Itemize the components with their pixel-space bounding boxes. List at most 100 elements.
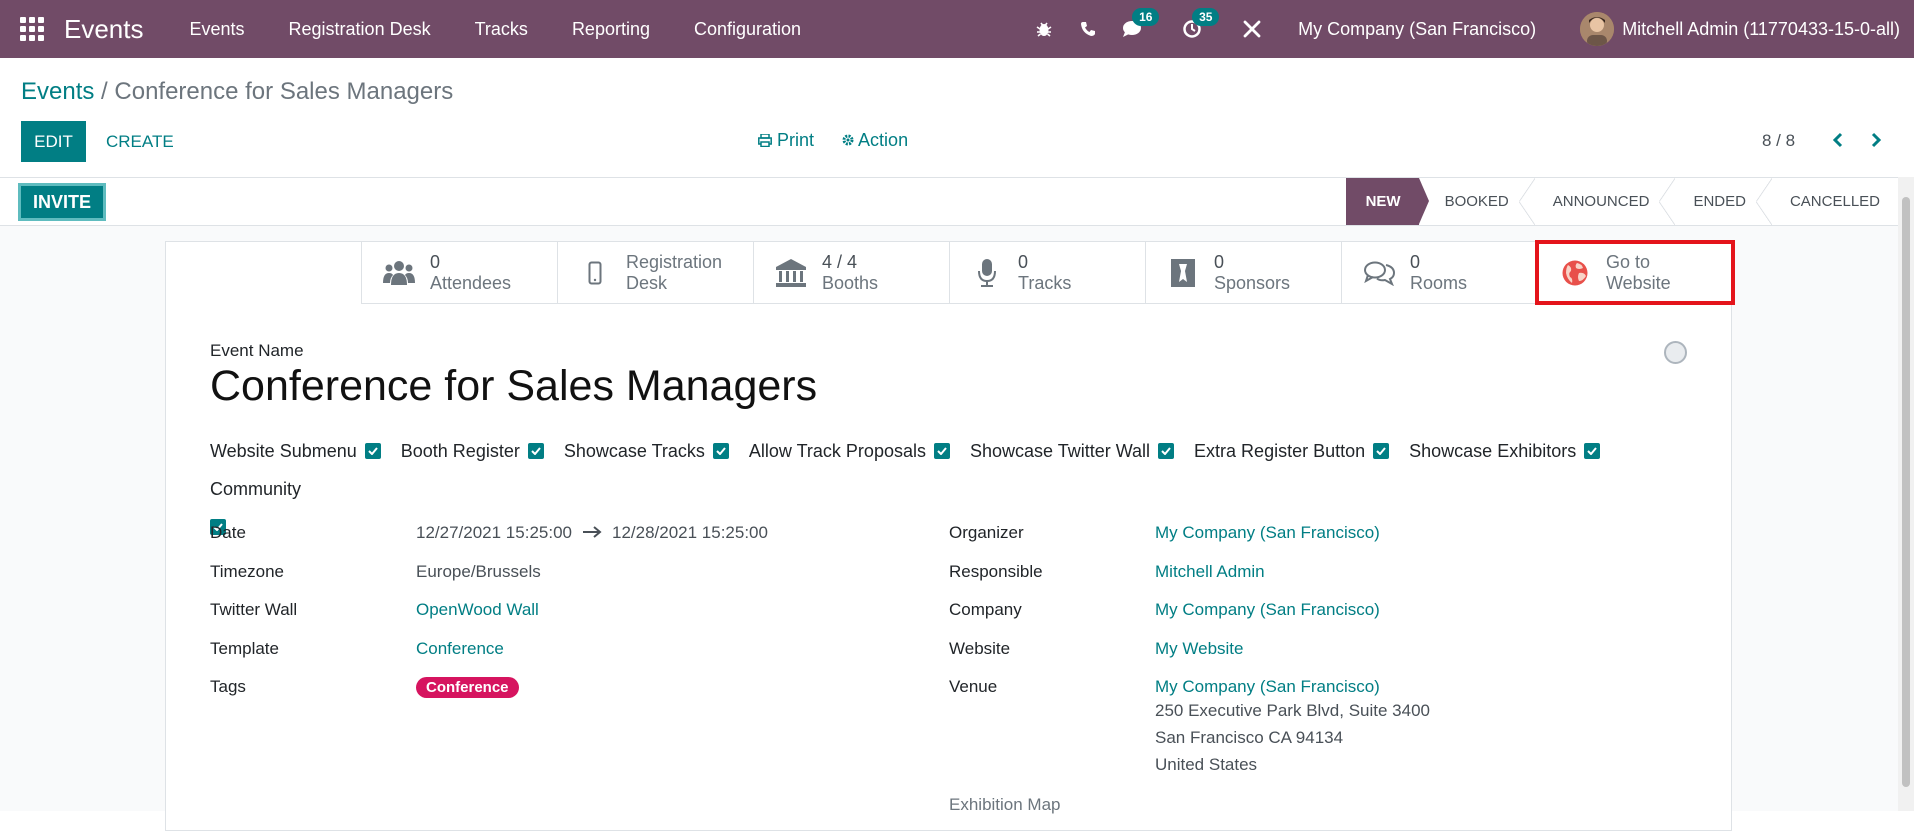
right-field-group: Organizer My Company (San Francisco) Res…: [949, 523, 1430, 778]
app-brand[interactable]: Events: [64, 14, 144, 45]
venue-label: Venue: [949, 677, 998, 696]
company-row: Company My Company (San Francisco): [949, 600, 1430, 639]
registration-desk-button[interactable]: Registration Desk: [557, 242, 753, 303]
checkbox-booth-register[interactable]: [527, 443, 544, 459]
responsible-label: Responsible: [949, 561, 1043, 581]
organizer-label: Organizer: [949, 523, 1024, 542]
tag-badge[interactable]: Conference: [416, 677, 519, 698]
action-dropdown[interactable]: Action: [842, 130, 908, 151]
option-allow-track-proposals: Allow Track Proposals: [749, 440, 950, 462]
twitter-wall-link[interactable]: OpenWood Wall: [416, 600, 539, 639]
option-label: Community: [210, 478, 302, 499]
template-link[interactable]: Conference: [416, 639, 504, 678]
smart-button-box: 0 Attendees Registration Desk 4 / 4 Booths …: [361, 240, 1735, 305]
breadcrumb-events-link[interactable]: Events: [21, 78, 94, 105]
pager-value[interactable]: 8 / 8: [1762, 131, 1795, 151]
attendees-count: 0: [430, 251, 441, 272]
tags-row: Tags Conference: [210, 677, 768, 716]
globe-icon: [1562, 260, 1588, 285]
form-sheet: 0 Attendees Registration Desk 4 / 4 Booths …: [165, 240, 1735, 831]
rooms-label: Rooms: [1410, 272, 1468, 293]
stage-pipeline: NEW BOOKED ANNOUNCED ENDED CANCELLED: [1345, 178, 1898, 225]
stage-announced[interactable]: ANNOUNCED: [1527, 178, 1676, 225]
date-row: Date 12/27/2021 15:25:00 12/28/2021 15:2…: [210, 523, 768, 562]
chevron-right-icon: [1871, 132, 1882, 148]
date-end-field[interactable]: 12/28/2021 15:25:00: [612, 523, 768, 562]
chat-icon[interactable]: 16: [1120, 8, 1160, 41]
company-switcher[interactable]: My Company (San Francisco): [1298, 19, 1536, 40]
invite-button[interactable]: INVITE: [18, 183, 106, 221]
checkbox-allow-track-proposals[interactable]: [933, 443, 950, 459]
venue-link[interactable]: My Company (San Francisco): [1155, 677, 1430, 697]
bug-icon[interactable]: [1032, 17, 1056, 41]
menu-configuration[interactable]: Configuration: [672, 19, 823, 40]
company-label: Company: [949, 600, 1022, 619]
gear-icon: [842, 134, 854, 146]
organizer-link[interactable]: My Company (San Francisco): [1155, 523, 1380, 562]
bank-icon: [776, 258, 806, 287]
tools-icon[interactable]: [1240, 17, 1264, 41]
stage-booked[interactable]: BOOKED: [1419, 178, 1535, 225]
venue-address-line3: United States: [1155, 755, 1258, 774]
create-button[interactable]: CREATE: [96, 121, 184, 162]
event-name-label: Event Name: [210, 341, 304, 360]
stage-ended[interactable]: ENDED: [1667, 178, 1772, 225]
website-row: Website My Website: [949, 639, 1430, 678]
timezone-field[interactable]: Europe/Brussels: [416, 562, 541, 601]
form-statusbar: INVITE NEW BOOKED ANNOUNCED ENDED CANCEL…: [0, 177, 1898, 226]
action-label: Action: [858, 130, 909, 150]
responsible-link[interactable]: Mitchell Admin: [1155, 562, 1265, 601]
kanban-state-toggle[interactable]: [1664, 341, 1687, 364]
tracks-button[interactable]: 0 Tracks: [949, 242, 1145, 303]
option-label: Showcase Exhibitors: [1409, 440, 1577, 461]
option-showcase-tracks: Showcase Tracks: [564, 440, 729, 462]
phone-icon[interactable]: [1076, 17, 1100, 41]
checkbox-showcase-tracks[interactable]: [712, 443, 729, 459]
menu-registration-desk[interactable]: Registration Desk: [267, 19, 453, 40]
rooms-button[interactable]: 0 Rooms: [1341, 242, 1537, 303]
option-label: Allow Track Proposals: [748, 440, 926, 461]
booths-button[interactable]: 4 / 4 Booths: [753, 242, 949, 303]
edit-button[interactable]: EDIT: [21, 121, 86, 162]
microphone-icon: [978, 258, 996, 287]
website-link[interactable]: My Website: [1155, 639, 1244, 678]
stage-new[interactable]: NEW: [1345, 178, 1429, 225]
menu-events[interactable]: Events: [168, 19, 267, 40]
menu-reporting[interactable]: Reporting: [550, 19, 672, 40]
company-link[interactable]: My Company (San Francisco): [1155, 600, 1380, 639]
print-dropdown[interactable]: Print: [758, 130, 814, 151]
pager-next-button[interactable]: [1864, 128, 1888, 152]
checkbox-showcase-twitter-wall[interactable]: [1158, 443, 1175, 459]
template-row: Template Conference: [210, 639, 768, 678]
attendees-button[interactable]: 0 Attendees: [361, 242, 557, 303]
checkbox-extra-register-button[interactable]: [1373, 443, 1390, 459]
organizer-row: Organizer My Company (San Francisco): [949, 523, 1430, 562]
checkbox-website-submenu[interactable]: [364, 443, 381, 459]
option-label: Booth Register: [400, 440, 520, 461]
user-avatar[interactable]: [1580, 12, 1615, 46]
attendees-label: Attendees: [430, 272, 512, 293]
option-booth-register: Booth Register: [401, 440, 544, 462]
date-label: Date: [210, 523, 246, 542]
vertical-scrollbar[interactable]: [1898, 177, 1914, 811]
pager-previous-button[interactable]: [1826, 128, 1850, 152]
sponsors-button[interactable]: 0 Sponsors: [1145, 242, 1341, 303]
stage-cancelled[interactable]: CANCELLED: [1764, 178, 1898, 225]
sponsors-label: Sponsors: [1214, 272, 1291, 293]
option-label: Showcase Tracks: [563, 440, 705, 461]
menu-tracks[interactable]: Tracks: [453, 19, 550, 40]
user-menu[interactable]: Mitchell Admin (11770433-15-0-all): [1622, 19, 1900, 40]
event-name-field[interactable]: Conference for Sales Managers: [210, 362, 817, 411]
checkbox-showcase-exhibitors[interactable]: [1584, 443, 1601, 459]
apps-menu-icon[interactable]: [20, 17, 44, 41]
print-icon: [758, 133, 772, 148]
option-label: Extra Register Button: [1194, 440, 1366, 461]
print-label: Print: [777, 130, 815, 150]
go-to-website-button[interactable]: Go to Website: [1535, 240, 1735, 305]
date-begin-field[interactable]: 12/27/2021 15:25:00: [416, 523, 572, 562]
exhibition-map-label: Exhibition Map: [949, 795, 1061, 814]
arrow-right-icon: [582, 523, 602, 562]
option-showcase-twitter-wall: Showcase Twitter Wall: [970, 440, 1175, 462]
option-extra-register-button: Extra Register Button: [1194, 440, 1390, 462]
clock-icon[interactable]: 35: [1180, 8, 1220, 41]
